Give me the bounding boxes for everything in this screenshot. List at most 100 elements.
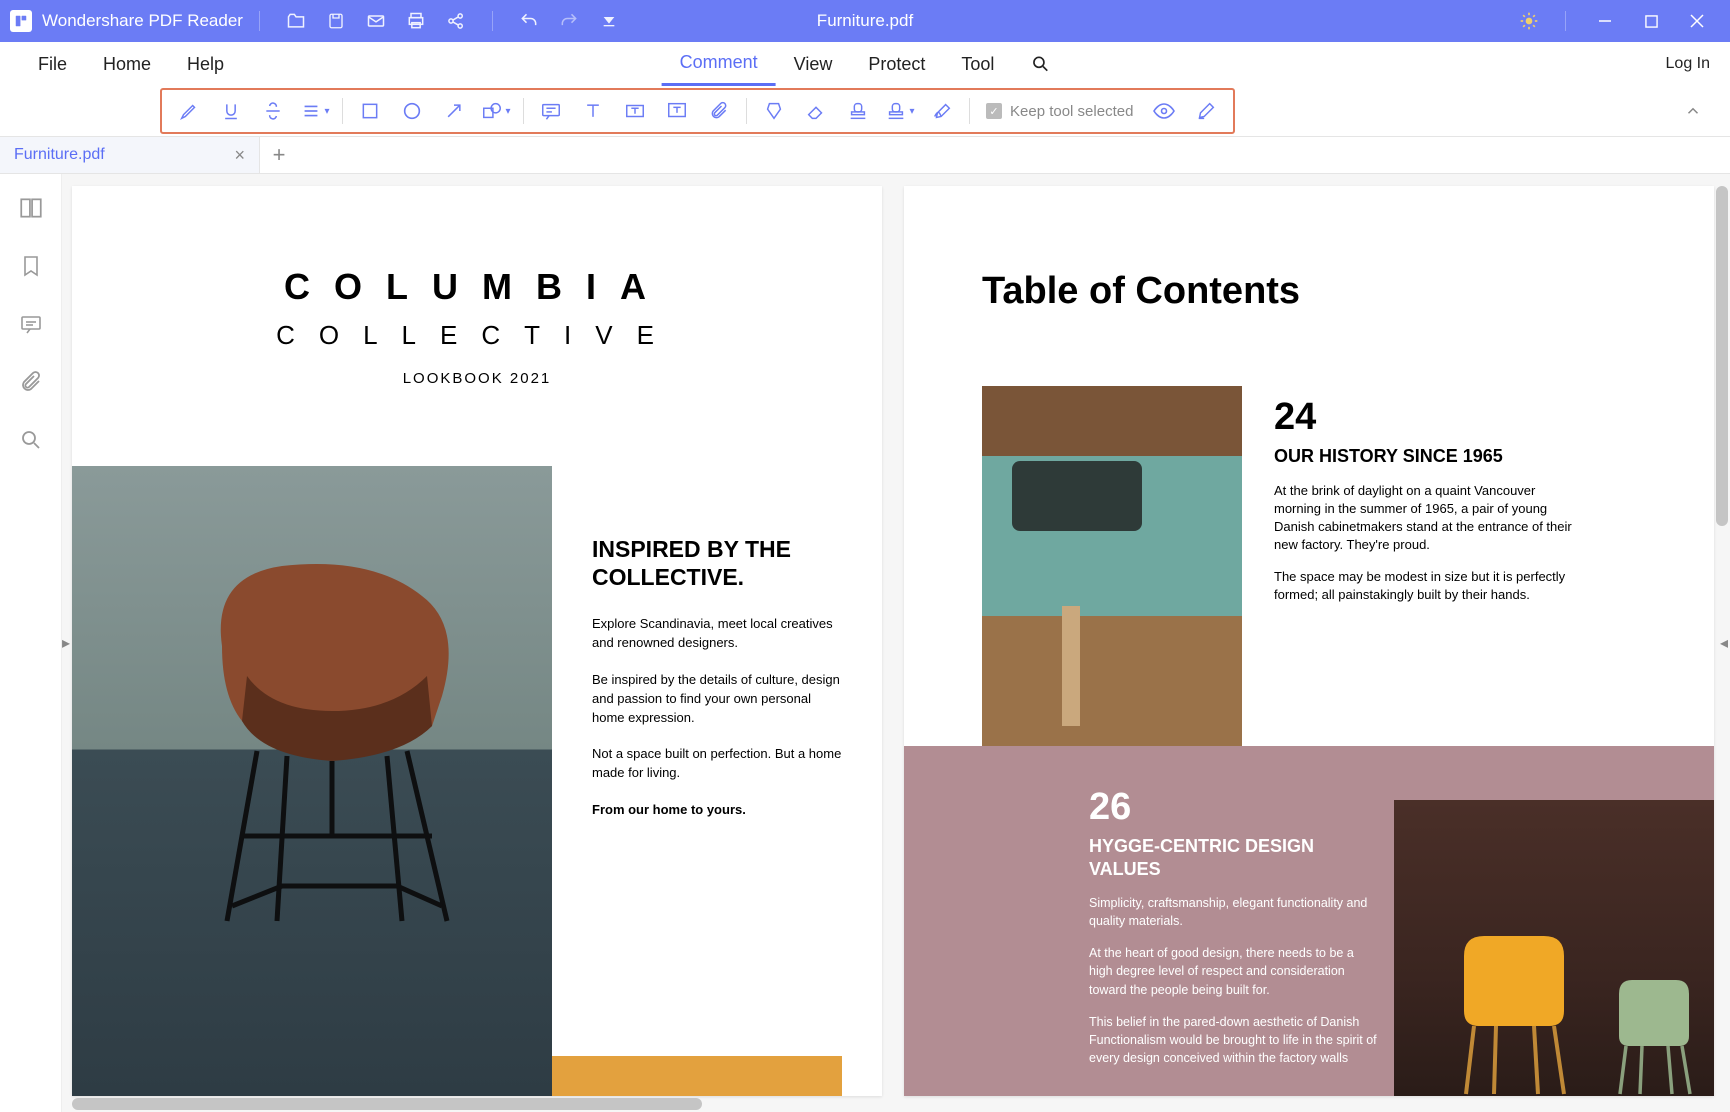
checkbox-icon[interactable]: ✓ [986,103,1002,119]
note-tool-icon[interactable] [530,91,572,131]
text-tool-icon[interactable] [572,91,614,131]
horizontal-scrollbar[interactable] [72,1098,702,1110]
tab-label: Furniture.pdf [14,146,105,164]
menu-comment[interactable]: Comment [662,42,776,86]
separator [492,11,493,31]
underline-tool-icon[interactable] [210,91,252,131]
textbox-tool-icon[interactable] [614,91,656,131]
save-icon[interactable] [324,9,348,33]
shapes-tool-icon[interactable]: ▾ [475,91,517,131]
page2-section1: 24 OUR HISTORY SINCE 1965 At the brink o… [1274,396,1574,605]
bookmarks-icon[interactable] [17,252,45,280]
chair-illustration [172,526,492,926]
separator [342,98,343,124]
separator [259,11,260,31]
highlight-tool-icon[interactable] [168,91,210,131]
page2-p2a: Simplicity, craftsmanship, elegant funct… [1089,894,1379,930]
page2-head2: HYGGE-CENTRIC DESIGN VALUES [1089,835,1379,880]
page1-lookbook: LOOKBOOK 2021 [72,370,882,387]
document-canvas[interactable]: COLUMBIA COLLECTIVE LOOKBOOK 2021 INSPIR… [62,174,1730,1112]
menu-search-icon[interactable] [1012,42,1068,86]
menu-help[interactable]: Help [169,42,242,86]
close-tab-icon[interactable]: × [234,145,245,166]
page2-title: Table of Contents [982,270,1300,313]
menu-home[interactable]: Home [85,42,169,86]
print-icon[interactable] [404,9,428,33]
separator [1565,11,1566,31]
page2-image1 [982,386,1242,746]
page1-title: COLUMBIA [72,266,882,308]
menu-protect[interactable]: Protect [850,42,943,86]
rectangle-tool-icon[interactable] [349,91,391,131]
page2-p1b: The space may be modest in size but it i… [1274,568,1574,604]
theme-icon[interactable] [1517,9,1541,33]
menubar: File Home Help Comment View Protect Tool… [0,42,1730,86]
page2-head1: OUR HISTORY SINCE 1965 [1274,445,1574,468]
list-tool-icon[interactable]: ▾ [294,91,336,131]
maximize-button[interactable] [1628,0,1674,42]
page1-para2: Be inspired by the details of culture, d… [592,671,842,728]
menu-tool[interactable]: Tool [943,42,1012,86]
stamp-dropdown-icon[interactable]: ▾ [879,91,921,131]
page2-num1: 24 [1274,396,1574,439]
menu-view[interactable]: View [776,42,851,86]
page1-para3: Not a space built on perfection. But a h… [592,745,842,783]
separator [969,98,970,124]
comments-panel-icon[interactable] [17,310,45,338]
pencil-tool-icon[interactable] [1185,91,1227,131]
close-button[interactable] [1674,0,1720,42]
callout-tool-icon[interactable] [656,91,698,131]
redo-icon[interactable] [557,9,581,33]
add-tab-button[interactable]: + [260,137,298,173]
vertical-scrollbar[interactable] [1716,186,1728,526]
menu-file[interactable]: File [20,42,85,86]
strikethrough-tool-icon[interactable] [252,91,294,131]
attachments-panel-icon[interactable] [17,368,45,396]
green-chair-illustration [1604,966,1704,1096]
yellow-chair-illustration [1444,916,1584,1096]
stamp1-tool-icon[interactable] [753,91,795,131]
page1-heading: INSPIRED BY THE COLLECTIVE. [592,536,842,591]
left-sidebar [0,174,62,1112]
title-bar: Wondershare PDF Reader Furniture.pdf [0,0,1730,42]
comment-toolbar: ▾ ▾ ▾ ✓ Keep tool selected [160,88,1235,134]
document-title: Furniture.pdf [817,11,913,31]
attachment-tool-icon[interactable] [698,91,740,131]
mail-icon[interactable] [364,9,388,33]
thumbnails-icon[interactable] [17,194,45,222]
page2-section2: 26 HYGGE-CENTRIC DESIGN VALUES Simplicit… [1089,786,1379,1067]
hide-comments-icon[interactable] [1143,91,1185,131]
toolbar-row: ▾ ▾ ▾ ✓ Keep tool selected [0,86,1730,136]
expand-right-icon[interactable]: ◂ [1720,633,1728,653]
login-button[interactable]: Log In [1666,55,1710,73]
keep-tool-label: Keep tool selected [1010,103,1133,120]
search-panel-icon[interactable] [17,426,45,454]
document-tab[interactable]: Furniture.pdf × [0,137,260,173]
open-icon[interactable] [284,9,308,33]
page1-para4: From our home to yours. [592,801,842,820]
page1-para1: Explore Scandinavia, meet local creative… [592,615,842,653]
page1-accent-band [552,1056,842,1096]
page1-text-block: INSPIRED BY THE COLLECTIVE. Explore Scan… [592,536,842,838]
app-logo-icon [10,10,32,32]
stamp2-tool-icon[interactable] [837,91,879,131]
oval-tool-icon[interactable] [391,91,433,131]
separator [523,98,524,124]
expand-left-icon[interactable]: ▸ [62,633,70,653]
page2-p2c: This belief in the pared-down aesthetic … [1089,1013,1379,1067]
page2-p1a: At the brink of daylight on a quaint Van… [1274,482,1574,555]
collapse-ribbon-icon[interactable] [1684,102,1702,120]
page2-num2: 26 [1089,786,1379,829]
share-icon[interactable] [444,9,468,33]
arrow-tool-icon[interactable] [433,91,475,131]
minimize-button[interactable] [1582,0,1628,42]
keep-tool-selected[interactable]: ✓ Keep tool selected [976,103,1143,120]
pdf-page-2: Table of Contents 24 OUR HISTORY SINCE 1… [904,186,1714,1096]
signature-tool-icon[interactable] [921,91,963,131]
eraser-tool-icon[interactable] [795,91,837,131]
undo-icon[interactable] [517,9,541,33]
workspace: ▸ ◂ COLUMBIA COLLECTIVE LOOKBOOK 2021 IN… [0,174,1730,1112]
page2-p2b: At the heart of good design, there needs… [1089,944,1379,998]
separator [746,98,747,124]
quick-access-icon[interactable] [597,9,621,33]
